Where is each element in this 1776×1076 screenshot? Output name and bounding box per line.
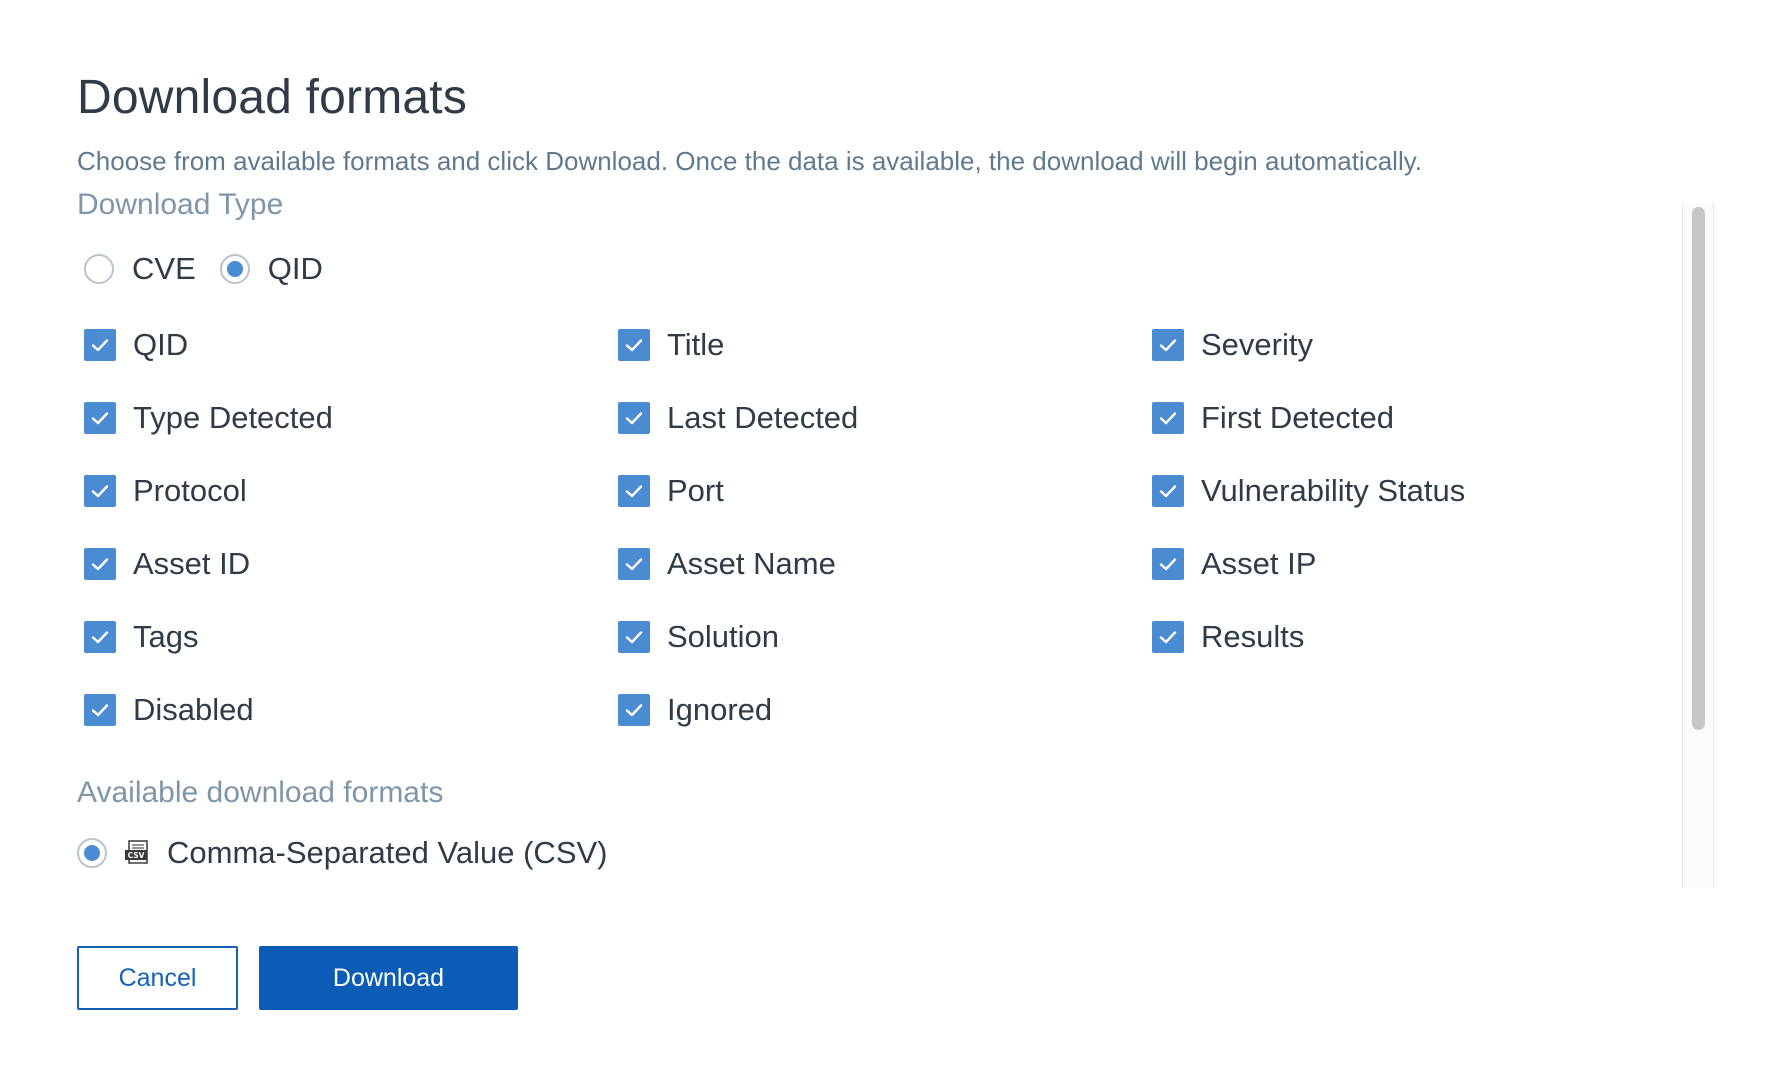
cve-radio[interactable] xyxy=(84,254,114,284)
field-option-ignored[interactable]: Ignored xyxy=(618,692,772,728)
download-type-option-cve[interactable]: CVE xyxy=(84,251,196,287)
field-checkbox-title[interactable] xyxy=(618,329,650,361)
field-label: Tags xyxy=(133,619,199,654)
field-label: Type Detected xyxy=(133,400,333,435)
checkmark-icon xyxy=(1159,485,1177,498)
field-option-port[interactable]: Port xyxy=(618,473,724,509)
field-option-tags[interactable]: Tags xyxy=(84,619,198,655)
checkmark-icon xyxy=(1159,558,1177,571)
field-checkbox-protocol[interactable] xyxy=(84,475,116,507)
field-checkbox-port[interactable] xyxy=(618,475,650,507)
field-label: Port xyxy=(667,473,724,508)
field-label: Vulnerability Status xyxy=(1201,473,1466,508)
checkmark-icon xyxy=(1159,339,1177,352)
field-label: Disabled xyxy=(133,692,254,727)
scrollbar-thumb[interactable] xyxy=(1692,207,1705,730)
field-checkbox-tags[interactable] xyxy=(84,621,116,653)
field-option-disabled[interactable]: Disabled xyxy=(84,692,254,728)
field-option-asset-ip[interactable]: Asset IP xyxy=(1152,546,1316,582)
checkmark-icon xyxy=(625,412,643,425)
download-formats-dialog: Download formats Choose from available f… xyxy=(0,0,1776,1076)
cve-radio-label: CVE xyxy=(132,251,196,286)
dialog-title: Download formats xyxy=(77,71,468,124)
field-option-asset-id[interactable]: Asset ID xyxy=(84,546,250,582)
checkmark-icon xyxy=(625,558,643,571)
checkmark-icon xyxy=(625,339,643,352)
scrollbar[interactable] xyxy=(1682,203,1714,888)
qid-radio[interactable] xyxy=(219,254,250,284)
available-formats-label: Available download formats xyxy=(77,776,444,809)
checkmark-icon xyxy=(625,704,643,717)
svg-text:CSV: CSV xyxy=(128,851,145,860)
field-checkbox-type-detected[interactable] xyxy=(84,402,116,434)
qid-radio-label: QID xyxy=(267,251,323,286)
field-checkbox-vulnerability-status[interactable] xyxy=(1152,475,1184,507)
checkmark-icon xyxy=(91,558,109,571)
field-checkbox-disabled[interactable] xyxy=(84,694,116,726)
field-checkbox-results[interactable] xyxy=(1152,621,1184,653)
field-label: Asset IP xyxy=(1201,546,1317,581)
csv-format-label: Comma-Separated Value (CSV) xyxy=(167,835,608,870)
field-checkbox-last-detected[interactable] xyxy=(618,402,650,434)
checkmark-icon xyxy=(91,485,109,498)
field-option-results[interactable]: Results xyxy=(1152,619,1304,655)
checkmark-icon xyxy=(1159,631,1177,644)
field-label: Last Detected xyxy=(667,400,859,435)
field-checkbox-solution[interactable] xyxy=(618,621,650,653)
field-option-type-detected[interactable]: Type Detected xyxy=(84,400,333,436)
field-label: Asset ID xyxy=(133,546,251,581)
dialog-subtitle: Choose from available formats and click … xyxy=(77,146,1423,176)
csv-file-icon: CSV xyxy=(125,840,148,864)
field-option-asset-name[interactable]: Asset Name xyxy=(618,546,836,582)
field-option-vulnerability-status[interactable]: Vulnerability Status xyxy=(1152,473,1465,509)
field-label: First Detected xyxy=(1201,400,1394,435)
field-checkbox-asset-name[interactable] xyxy=(618,548,650,580)
field-option-first-detected[interactable]: First Detected xyxy=(1152,400,1394,436)
field-label: Protocol xyxy=(133,473,247,508)
checkmark-icon xyxy=(91,631,109,644)
field-label: Solution xyxy=(667,619,780,654)
field-checkbox-asset-ip[interactable] xyxy=(1152,548,1184,580)
checkmark-icon xyxy=(91,339,109,352)
checkmark-icon xyxy=(91,412,109,425)
field-option-severity[interactable]: Severity xyxy=(1152,327,1313,363)
field-option-last-detected[interactable]: Last Detected xyxy=(618,400,858,436)
field-label: Ignored xyxy=(667,692,773,727)
field-option-protocol[interactable]: Protocol xyxy=(84,473,247,509)
field-label: QID xyxy=(133,327,189,362)
field-checkbox-severity[interactable] xyxy=(1152,329,1184,361)
field-label: Results xyxy=(1201,619,1305,654)
csv-radio[interactable] xyxy=(77,838,107,868)
field-label: Asset Name xyxy=(667,546,836,581)
field-checkbox-ignored[interactable] xyxy=(618,694,650,726)
download-type-option-qid[interactable]: QID xyxy=(219,251,323,287)
cancel-button[interactable]: Cancel xyxy=(77,946,238,1010)
download-type-radio-group: CVE QID xyxy=(84,251,347,287)
field-option-title[interactable]: Title xyxy=(618,327,724,363)
field-checkbox-first-detected[interactable] xyxy=(1152,402,1184,434)
field-checkbox-qid[interactable] xyxy=(84,329,116,361)
field-label: Title xyxy=(667,327,725,362)
field-option-qid[interactable]: QID xyxy=(84,327,188,363)
field-checkbox-asset-id[interactable] xyxy=(84,548,116,580)
field-label: Severity xyxy=(1201,327,1313,362)
checkmark-icon xyxy=(91,704,109,717)
field-option-solution[interactable]: Solution xyxy=(618,619,779,655)
checkmark-icon xyxy=(625,631,643,644)
download-type-label: Download Type xyxy=(77,188,284,221)
checkmark-icon xyxy=(625,485,643,498)
download-button[interactable]: Download xyxy=(259,946,518,1010)
checkmark-icon xyxy=(1159,412,1177,425)
format-option-csv[interactable]: CSV Comma-Separated Value (CSV) xyxy=(77,833,608,873)
